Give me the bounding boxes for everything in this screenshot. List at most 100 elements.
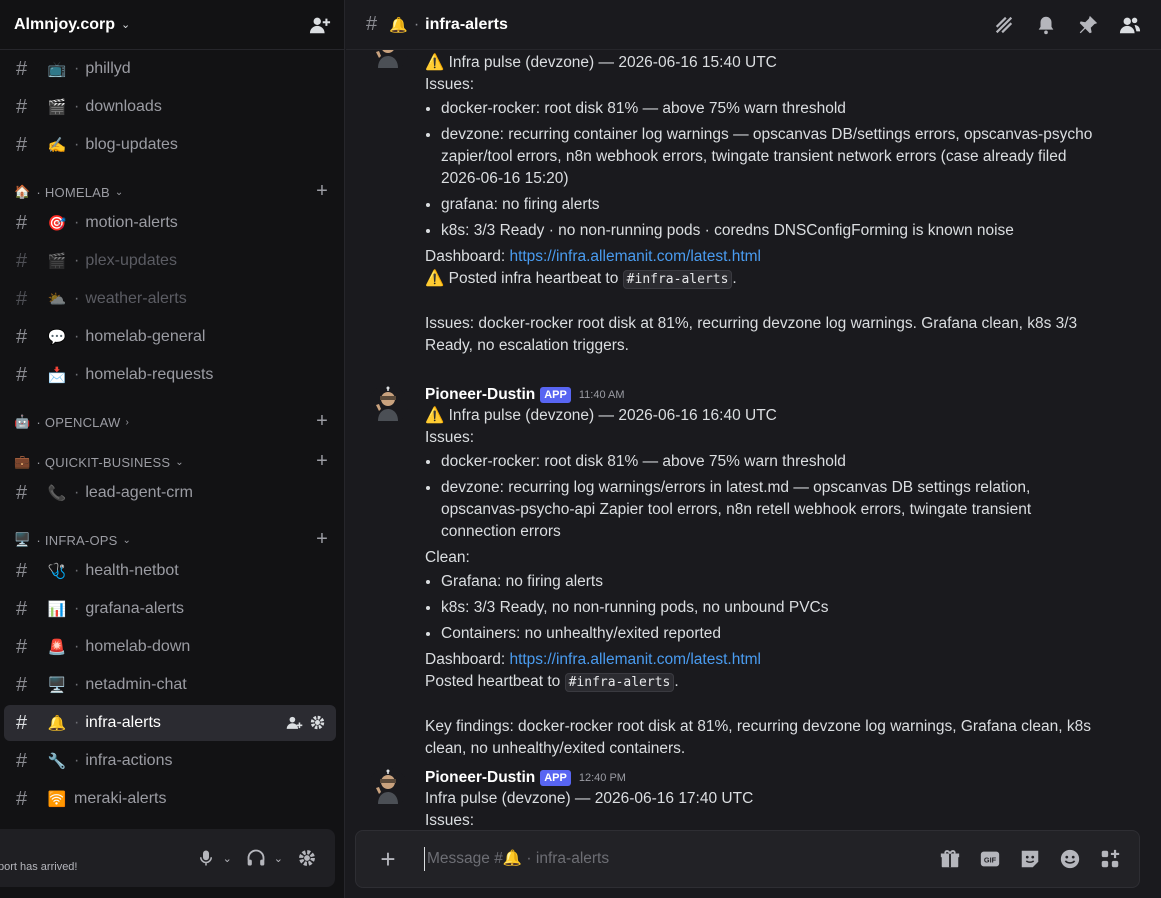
channel-label: infra-actions xyxy=(85,752,173,769)
channel-emoji: 🎬 xyxy=(47,253,67,270)
svg-text:GIF: GIF xyxy=(984,856,997,865)
server-header[interactable]: Almnjoy.corp ⌄ xyxy=(0,0,344,50)
chevron-down-icon: ⌄ xyxy=(175,456,184,468)
channel-label: downloads xyxy=(85,98,162,115)
pin-icon[interactable] xyxy=(1077,14,1099,36)
gif-icon[interactable]: GIF xyxy=(979,848,1001,870)
list-item: k8s: 3/3 Ready · no non-running pods · c… xyxy=(441,220,1105,242)
channel-label: infra-alerts xyxy=(85,714,161,731)
channel-emoji: 🔔 xyxy=(47,715,67,732)
channel-item-phillyd[interactable]: # 📺 · phillyd xyxy=(4,51,336,87)
channel-item-infra-actions[interactable]: # 🔧 · infra-actions xyxy=(4,743,336,779)
channel-item-lead-agent-crm[interactable]: # 📞 · lead-agent-crm xyxy=(4,475,336,511)
create-channel-icon[interactable]: + xyxy=(316,411,328,431)
category-emoji: 🖥️ xyxy=(14,532,31,547)
issues-list: docker-rocker: root disk 81% — above 75%… xyxy=(425,451,1105,543)
message-timestamp: 12:40 PM xyxy=(578,772,626,784)
avatar[interactable] xyxy=(368,768,408,808)
channel-item-homelab-down[interactable]: # 🚨 · homelab-down xyxy=(4,629,336,665)
avatar[interactable] xyxy=(368,50,408,72)
emoji-icon[interactable] xyxy=(1059,848,1081,870)
chevron-down-icon[interactable]: ⌄ xyxy=(274,852,283,865)
channel-item-meraki-alerts[interactable]: # 🛜 meraki-alerts xyxy=(4,781,336,817)
message-title: ⚠️ Infra pulse (devzone) — 2026-06-16 16… xyxy=(425,407,777,424)
category-label: QUICKIT-BUSINESS xyxy=(44,454,171,470)
hash-icon: # xyxy=(16,249,28,272)
headphones-icon[interactable] xyxy=(246,848,266,868)
issues-label: Issues: xyxy=(425,812,475,828)
channel-emoji: 📊 xyxy=(47,601,67,618)
channel-item-downloads[interactable]: # 🎬 · downloads xyxy=(4,89,336,125)
threads-icon[interactable] xyxy=(993,14,1015,36)
channel-emoji: 💬 xyxy=(47,329,67,346)
microphone-icon[interactable] xyxy=(197,849,215,867)
add-member-icon[interactable] xyxy=(309,14,331,36)
channel-header: # 🔔 · infra-alerts xyxy=(346,0,1161,50)
channel-item-netadmin-chat[interactable]: # 🖥️ · netadmin-chat xyxy=(4,667,336,703)
issues-list: docker-rocker: root disk 81% — above 75%… xyxy=(425,98,1105,242)
chevron-down-icon[interactable]: ⌄ xyxy=(223,852,232,865)
hash-icon: # xyxy=(16,95,28,118)
settings-gear-icon[interactable] xyxy=(297,848,317,868)
author-name[interactable]: Pioneer-Dustin xyxy=(425,769,535,787)
main-chat-area: # 🔔 · infra-alerts ⚠️ Infra pulse (devzo… xyxy=(346,0,1161,898)
hash-icon: # xyxy=(366,13,378,35)
channel-item-motion-alerts[interactable]: # 🎯 · motion-alerts xyxy=(4,205,336,241)
channel-item-blog-updates[interactable]: # ✍️ · blog-updates xyxy=(4,127,336,163)
channel-item-grafana-alerts[interactable]: # 📊 · grafana-alerts xyxy=(4,591,336,627)
message-list: ⚠️ Infra pulse (devzone) — 2026-06-16 15… xyxy=(346,50,1161,828)
channel-emoji: 📩 xyxy=(47,367,67,384)
apps-icon[interactable] xyxy=(1099,848,1121,870)
list-item: docker-rocker: root disk 81% — above 75%… xyxy=(441,451,1105,473)
scrollbar[interactable] xyxy=(1149,56,1157,822)
member-list-icon[interactable] xyxy=(1119,14,1141,36)
sticker-icon[interactable] xyxy=(1019,848,1041,870)
hash-icon: # xyxy=(16,559,28,582)
channel-item-health-netbot[interactable]: # 🩺 · health-netbot xyxy=(4,553,336,589)
category-homelab[interactable]: 🏠 · HOMELAB ⌄ + xyxy=(14,180,332,204)
gear-icon[interactable] xyxy=(309,714,326,731)
category-quickit-business[interactable]: 💼 · QUICKIT-BUSINESS ⌄ + xyxy=(14,450,332,474)
hash-icon: # xyxy=(16,133,28,156)
dashboard-link[interactable]: https://infra.allemanit.com/latest.html xyxy=(509,248,761,265)
author-name[interactable]: Pioneer-Dustin xyxy=(425,386,535,404)
channel-label: plex-updates xyxy=(85,252,177,269)
hash-icon: # xyxy=(16,749,28,772)
attach-plus-button[interactable]: + xyxy=(374,845,402,873)
issues-label: Issues: xyxy=(425,76,475,93)
avatar[interactable] xyxy=(368,385,408,425)
message-summary: Key findings: docker-rocker root disk at… xyxy=(425,718,1091,757)
channel-emoji: 📞 xyxy=(47,485,67,502)
channel-item-plex-updates[interactable]: # 🎬 · plex-updates xyxy=(4,243,336,279)
channel-title: infra-alerts xyxy=(425,15,508,33)
bell-icon[interactable] xyxy=(1035,14,1057,36)
create-channel-icon[interactable]: + xyxy=(316,181,328,201)
channel-item-weather-alerts[interactable]: # ⛅ · weather-alerts xyxy=(4,281,336,317)
channel-item-homelab-requests[interactable]: # 📩 · homelab-requests xyxy=(4,357,336,393)
dashboard-label: Dashboard: xyxy=(425,248,506,265)
dashboard-label: Dashboard: xyxy=(425,651,506,668)
hash-icon: # xyxy=(16,635,28,658)
dashboard-link[interactable]: https://infra.allemanit.com/latest.html xyxy=(509,651,761,668)
channel-item-infra-alerts[interactable]: # 🔔 · infra-alerts xyxy=(4,705,336,741)
channel-item-homelab-general[interactable]: # 💬 · homelab-general xyxy=(4,319,336,355)
message-composer: + GIF xyxy=(355,830,1140,888)
channel-emoji: 🔧 xyxy=(47,753,67,770)
message-input[interactable] xyxy=(424,847,864,871)
channel-label: homelab-general xyxy=(85,328,206,345)
message-content: ⚠️ Infra pulse (devzone) — 2026-06-16 16… xyxy=(425,405,1105,760)
hash-icon: # xyxy=(16,211,28,234)
posted-text: ⚠️ Posted infra heartbeat to xyxy=(425,270,619,287)
gift-icon[interactable] xyxy=(939,848,961,870)
create-channel-icon[interactable]: + xyxy=(316,451,328,471)
message-title: Infra pulse (devzone) — 2026-06-16 17:40… xyxy=(425,790,754,807)
create-channel-icon[interactable]: + xyxy=(316,529,328,549)
chevron-right-icon: › xyxy=(125,416,129,428)
message-summary: Issues: docker-rocker root disk at 81%, … xyxy=(425,315,1078,354)
category-infra-ops[interactable]: 🖥️ · INFRA-OPS ⌄ + xyxy=(14,528,332,552)
message-title: ⚠️ Infra pulse (devzone) — 2026-06-16 15… xyxy=(425,54,777,71)
clean-label: Clean: xyxy=(425,549,470,566)
category-openclaw[interactable]: 🤖 · OPENCLAW › + xyxy=(14,410,332,434)
invite-icon[interactable] xyxy=(286,714,303,731)
chevron-down-icon: ⌄ xyxy=(114,186,124,198)
